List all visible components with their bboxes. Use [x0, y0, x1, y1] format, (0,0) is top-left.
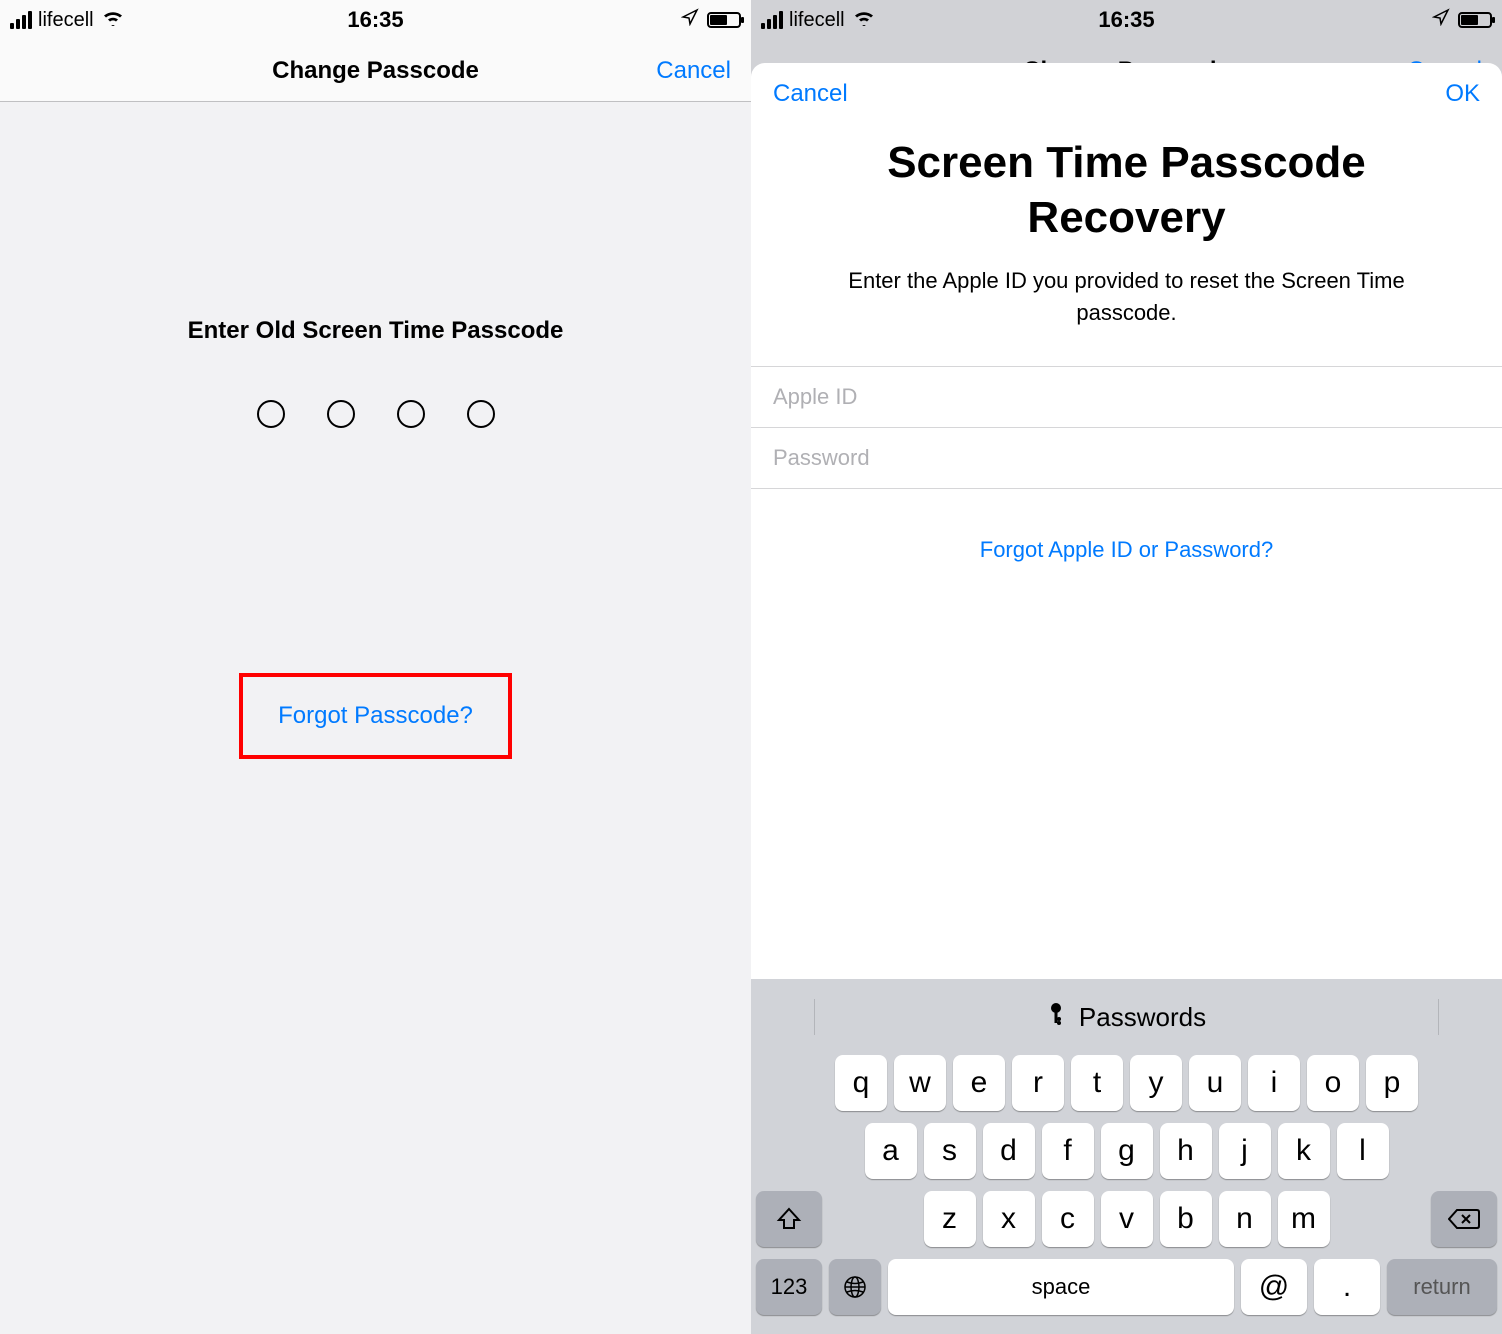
space-key[interactable]: space — [888, 1259, 1234, 1315]
keyboard-suggestion-label: Passwords — [1079, 1002, 1206, 1033]
password-field-row[interactable] — [751, 427, 1502, 489]
passcode-dot — [327, 400, 355, 428]
recovery-sheet: Cancel OK Screen Time Passcode Recovery … — [751, 63, 1502, 1334]
key-f[interactable]: f — [1042, 1123, 1094, 1179]
key-o[interactable]: o — [1307, 1055, 1359, 1111]
return-key[interactable]: return — [1387, 1259, 1497, 1315]
key-j[interactable]: j — [1219, 1123, 1271, 1179]
keyboard-row: qwertyuiop — [756, 1055, 1497, 1111]
passcode-dots[interactable] — [0, 400, 751, 428]
keyboard-row: asdfghjkl — [756, 1123, 1497, 1179]
passcode-prompt: Enter Old Screen Time Passcode — [0, 317, 751, 345]
cancel-button[interactable]: Cancel — [773, 80, 848, 108]
cancel-button[interactable]: Cancel — [656, 57, 731, 85]
wifi-icon — [853, 9, 875, 32]
status-bar: lifecell 16:35 — [0, 0, 751, 40]
screen-change-passcode: lifecell 16:35 Change Passcode Cancel En… — [0, 0, 751, 1334]
keyboard-row: 123 space @ . return — [756, 1259, 1497, 1315]
globe-key[interactable] — [829, 1259, 881, 1315]
key-y[interactable]: y — [1130, 1055, 1182, 1111]
shift-key[interactable] — [756, 1191, 822, 1247]
status-time: 16:35 — [347, 7, 403, 33]
numbers-key[interactable]: 123 — [756, 1259, 822, 1315]
keyboard-suggestion-bar[interactable]: Passwords — [756, 989, 1497, 1045]
password-field[interactable] — [773, 445, 1480, 471]
key-e[interactable]: e — [953, 1055, 1005, 1111]
at-key[interactable]: @ — [1241, 1259, 1307, 1315]
status-bar: lifecell 16:35 — [751, 0, 1502, 40]
key-m[interactable]: m — [1278, 1191, 1330, 1247]
passcode-dot — [257, 400, 285, 428]
key-k[interactable]: k — [1278, 1123, 1330, 1179]
sheet-nav: Cancel OK — [751, 63, 1502, 125]
wifi-icon — [102, 9, 124, 32]
passcode-dot — [397, 400, 425, 428]
keyboard: Passwords qwertyuiop asdfghjkl zxcvbnm 1… — [751, 979, 1502, 1334]
status-time: 16:35 — [1098, 7, 1154, 33]
nav-bar: Change Passcode Cancel — [0, 40, 751, 102]
key-h[interactable]: h — [1160, 1123, 1212, 1179]
key-l[interactable]: l — [1337, 1123, 1389, 1179]
dot-key[interactable]: . — [1314, 1259, 1380, 1315]
key-w[interactable]: w — [894, 1055, 946, 1111]
location-icon — [1432, 8, 1450, 32]
key-b[interactable]: b — [1160, 1191, 1212, 1247]
signal-icon — [10, 11, 32, 29]
apple-id-field-row[interactable] — [751, 366, 1502, 428]
key-i[interactable]: i — [1248, 1055, 1300, 1111]
key-c[interactable]: c — [1042, 1191, 1094, 1247]
key-z[interactable]: z — [924, 1191, 976, 1247]
battery-icon — [1458, 12, 1492, 28]
key-q[interactable]: q — [835, 1055, 887, 1111]
key-r[interactable]: r — [1012, 1055, 1064, 1111]
key-x[interactable]: x — [983, 1191, 1035, 1247]
sheet-title: Screen Time Passcode Recovery — [751, 125, 1502, 265]
screen-recovery: lifecell 16:35 Change Passcode Cancel Ca… — [751, 0, 1502, 1334]
key-v[interactable]: v — [1101, 1191, 1153, 1247]
highlight-box: Forgot Passcode? — [239, 673, 512, 759]
backspace-key[interactable] — [1431, 1191, 1497, 1247]
passcode-body: Enter Old Screen Time Passcode Forgot Pa… — [0, 102, 751, 759]
signal-icon — [761, 11, 783, 29]
apple-id-field[interactable] — [773, 384, 1480, 410]
battery-icon — [707, 12, 741, 28]
key-g[interactable]: g — [1101, 1123, 1153, 1179]
key-icon — [1047, 1002, 1065, 1033]
sheet-description: Enter the Apple ID you provided to reset… — [751, 265, 1502, 367]
forgot-apple-id-link[interactable]: Forgot Apple ID or Password? — [751, 489, 1502, 611]
keyboard-row: zxcvbnm — [756, 1191, 1497, 1247]
key-a[interactable]: a — [865, 1123, 917, 1179]
key-n[interactable]: n — [1219, 1191, 1271, 1247]
carrier-label: lifecell — [789, 9, 845, 32]
location-icon — [681, 8, 699, 32]
forgot-passcode-link[interactable]: Forgot Passcode? — [278, 702, 473, 729]
key-u[interactable]: u — [1189, 1055, 1241, 1111]
key-d[interactable]: d — [983, 1123, 1035, 1179]
nav-title: Change Passcode — [272, 57, 479, 85]
key-s[interactable]: s — [924, 1123, 976, 1179]
ok-button[interactable]: OK — [1445, 80, 1480, 108]
key-t[interactable]: t — [1071, 1055, 1123, 1111]
passcode-dot — [467, 400, 495, 428]
carrier-label: lifecell — [38, 9, 94, 32]
key-p[interactable]: p — [1366, 1055, 1418, 1111]
